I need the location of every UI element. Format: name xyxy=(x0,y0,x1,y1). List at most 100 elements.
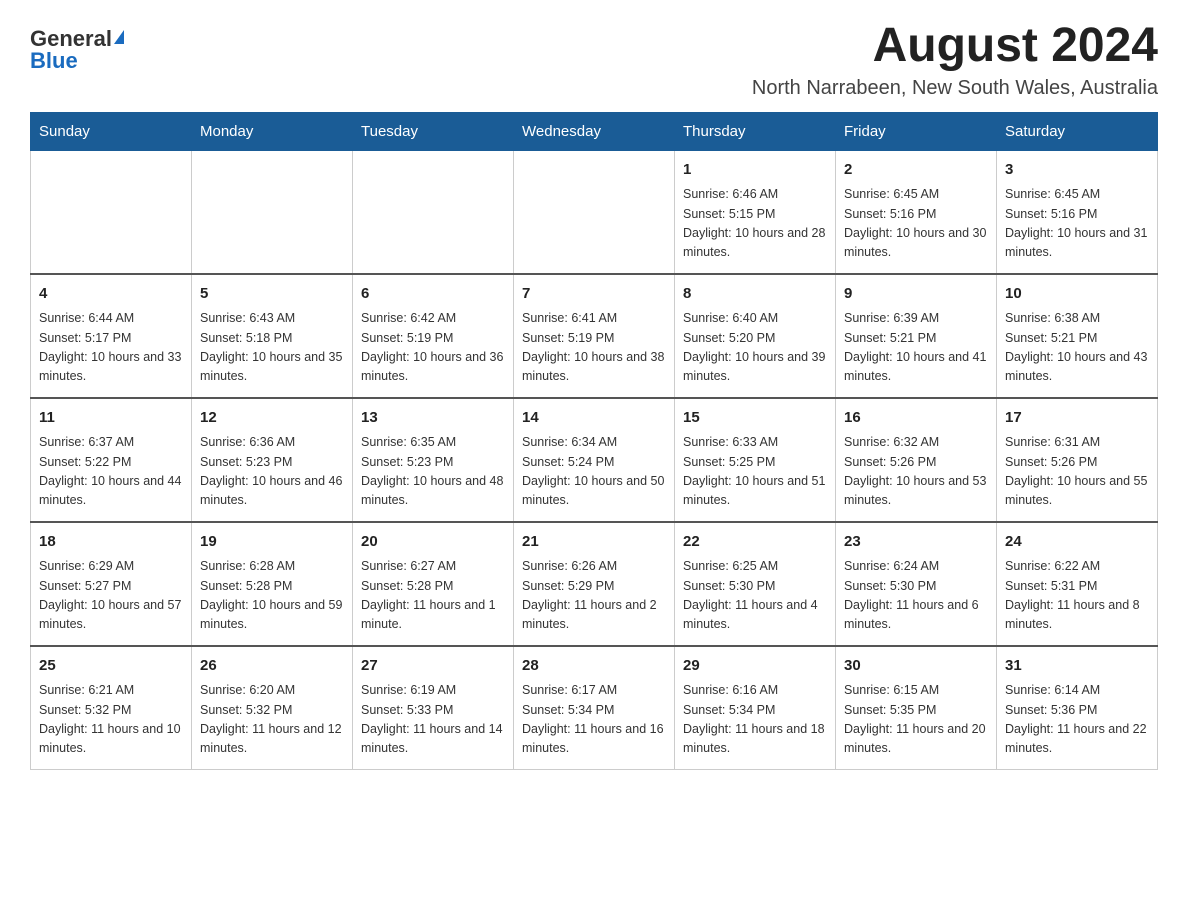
calendar-cell: 8 Sunrise: 6:40 AM Sunset: 5:20 PM Daylig… xyxy=(675,274,836,398)
day-number: 1 xyxy=(683,159,827,182)
calendar-cell: 5 Sunrise: 6:43 AM Sunset: 5:18 PM Daylig… xyxy=(192,274,353,398)
calendar-cell: 31 Sunrise: 6:14 AM Sunset: 5:36 PM Dayli… xyxy=(997,646,1158,770)
calendar-table: SundayMondayTuesdayWednesdayThursdayFrid… xyxy=(30,112,1158,770)
calendar-cell: 9Sunrise: 6:39 AM Sunset: 5:21 PM Daylig… xyxy=(836,274,997,398)
day-info: Sunrise: 6:45 AM Sunset: 5:16 PM Dayligh… xyxy=(1005,185,1149,263)
day-number: 21 xyxy=(522,531,666,554)
day-number: 16 xyxy=(844,407,988,430)
calendar-week-row: 11 Sunrise: 6:37 AM Sunset: 5:22 PM Dayli… xyxy=(31,398,1158,522)
calendar-cell xyxy=(353,150,514,274)
day-info: Sunrise: 6:36 AM Sunset: 5:23 PM Dayligh… xyxy=(200,433,344,511)
logo-general-text: General xyxy=(30,28,112,50)
calendar-cell: 26 Sunrise: 6:20 AM Sunset: 5:32 PM Dayli… xyxy=(192,646,353,770)
day-info: Sunrise: 6:34 AM Sunset: 5:24 PM Dayligh… xyxy=(522,433,666,511)
calendar-cell: 15Sunrise: 6:33 AM Sunset: 5:25 PM Dayli… xyxy=(675,398,836,522)
day-info: Sunrise: 6:29 AM Sunset: 5:27 PM Dayligh… xyxy=(39,557,183,635)
day-number: 19 xyxy=(200,531,344,554)
day-info: Sunrise: 6:14 AM Sunset: 5:36 PM Dayligh… xyxy=(1005,681,1149,759)
day-info: Sunrise: 6:32 AM Sunset: 5:26 PM Dayligh… xyxy=(844,433,988,511)
calendar-cell xyxy=(31,150,192,274)
day-number: 22 xyxy=(683,531,827,554)
calendar-cell: 12 Sunrise: 6:36 AM Sunset: 5:23 PM Dayli… xyxy=(192,398,353,522)
calendar-cell: 28 Sunrise: 6:17 AM Sunset: 5:34 PM Dayli… xyxy=(514,646,675,770)
day-number: 10 xyxy=(1005,283,1149,306)
day-info: Sunrise: 6:40 AM Sunset: 5:20 PM Dayligh… xyxy=(683,309,827,387)
day-info: Sunrise: 6:25 AM Sunset: 5:30 PM Dayligh… xyxy=(683,557,827,635)
page-header: General Blue August 2024 North Narrabeen… xyxy=(30,20,1158,100)
day-number: 29 xyxy=(683,655,827,678)
calendar-cell: 17 Sunrise: 6:31 AM Sunset: 5:26 PM Dayli… xyxy=(997,398,1158,522)
logo: General Blue xyxy=(30,20,124,72)
day-info: Sunrise: 6:24 AM Sunset: 5:30 PM Dayligh… xyxy=(844,557,988,635)
calendar-header-friday: Friday xyxy=(836,112,997,150)
day-info: Sunrise: 6:22 AM Sunset: 5:31 PM Dayligh… xyxy=(1005,557,1149,635)
day-info: Sunrise: 6:35 AM Sunset: 5:23 PM Dayligh… xyxy=(361,433,505,511)
day-number: 8 xyxy=(683,283,827,306)
day-info: Sunrise: 6:28 AM Sunset: 5:28 PM Dayligh… xyxy=(200,557,344,635)
day-info: Sunrise: 6:44 AM Sunset: 5:17 PM Dayligh… xyxy=(39,309,183,387)
calendar-cell: 11 Sunrise: 6:37 AM Sunset: 5:22 PM Dayli… xyxy=(31,398,192,522)
day-info: Sunrise: 6:16 AM Sunset: 5:34 PM Dayligh… xyxy=(683,681,827,759)
location-subtitle: North Narrabeen, New South Wales, Austra… xyxy=(752,77,1158,100)
calendar-header-monday: Monday xyxy=(192,112,353,150)
day-info: Sunrise: 6:38 AM Sunset: 5:21 PM Dayligh… xyxy=(1005,309,1149,387)
calendar-header-tuesday: Tuesday xyxy=(353,112,514,150)
day-number: 17 xyxy=(1005,407,1149,430)
day-number: 13 xyxy=(361,407,505,430)
calendar-week-row: 18 Sunrise: 6:29 AM Sunset: 5:27 PM Dayli… xyxy=(31,522,1158,646)
calendar-header-thursday: Thursday xyxy=(675,112,836,150)
day-info: Sunrise: 6:17 AM Sunset: 5:34 PM Dayligh… xyxy=(522,681,666,759)
month-title: August 2024 xyxy=(752,20,1158,73)
calendar-cell: 19 Sunrise: 6:28 AM Sunset: 5:28 PM Dayli… xyxy=(192,522,353,646)
calendar-week-row: 1Sunrise: 6:46 AM Sunset: 5:15 PM Daylig… xyxy=(31,150,1158,274)
calendar-cell: 2Sunrise: 6:45 AM Sunset: 5:16 PM Daylig… xyxy=(836,150,997,274)
day-number: 11 xyxy=(39,407,183,430)
day-number: 5 xyxy=(200,283,344,306)
day-number: 4 xyxy=(39,283,183,306)
calendar-cell: 3 Sunrise: 6:45 AM Sunset: 5:16 PM Daylig… xyxy=(997,150,1158,274)
calendar-header-row: SundayMondayTuesdayWednesdayThursdayFrid… xyxy=(31,112,1158,150)
calendar-cell: 16 Sunrise: 6:32 AM Sunset: 5:26 PM Dayli… xyxy=(836,398,997,522)
day-info: Sunrise: 6:19 AM Sunset: 5:33 PM Dayligh… xyxy=(361,681,505,759)
day-number: 20 xyxy=(361,531,505,554)
calendar-cell xyxy=(514,150,675,274)
logo-triangle-icon xyxy=(114,30,124,44)
calendar-cell: 23Sunrise: 6:24 AM Sunset: 5:30 PM Dayli… xyxy=(836,522,997,646)
day-info: Sunrise: 6:15 AM Sunset: 5:35 PM Dayligh… xyxy=(844,681,988,759)
day-info: Sunrise: 6:27 AM Sunset: 5:28 PM Dayligh… xyxy=(361,557,505,635)
day-number: 6 xyxy=(361,283,505,306)
logo-blue-text: Blue xyxy=(30,50,78,72)
day-info: Sunrise: 6:31 AM Sunset: 5:26 PM Dayligh… xyxy=(1005,433,1149,511)
day-number: 12 xyxy=(200,407,344,430)
day-info: Sunrise: 6:42 AM Sunset: 5:19 PM Dayligh… xyxy=(361,309,505,387)
calendar-cell: 27 Sunrise: 6:19 AM Sunset: 5:33 PM Dayli… xyxy=(353,646,514,770)
title-section: August 2024 North Narrabeen, New South W… xyxy=(752,20,1158,100)
day-number: 18 xyxy=(39,531,183,554)
calendar-header-sunday: Sunday xyxy=(31,112,192,150)
day-number: 31 xyxy=(1005,655,1149,678)
calendar-cell: 20 Sunrise: 6:27 AM Sunset: 5:28 PM Dayli… xyxy=(353,522,514,646)
calendar-cell: 29 Sunrise: 6:16 AM Sunset: 5:34 PM Dayli… xyxy=(675,646,836,770)
day-number: 2 xyxy=(844,159,988,182)
day-info: Sunrise: 6:43 AM Sunset: 5:18 PM Dayligh… xyxy=(200,309,344,387)
day-number: 14 xyxy=(522,407,666,430)
day-number: 3 xyxy=(1005,159,1149,182)
calendar-cell: 14 Sunrise: 6:34 AM Sunset: 5:24 PM Dayli… xyxy=(514,398,675,522)
day-info: Sunrise: 6:26 AM Sunset: 5:29 PM Dayligh… xyxy=(522,557,666,635)
day-info: Sunrise: 6:41 AM Sunset: 5:19 PM Dayligh… xyxy=(522,309,666,387)
day-number: 25 xyxy=(39,655,183,678)
calendar-cell: 13 Sunrise: 6:35 AM Sunset: 5:23 PM Dayli… xyxy=(353,398,514,522)
calendar-header-wednesday: Wednesday xyxy=(514,112,675,150)
day-info: Sunrise: 6:21 AM Sunset: 5:32 PM Dayligh… xyxy=(39,681,183,759)
calendar-week-row: 4 Sunrise: 6:44 AM Sunset: 5:17 PM Daylig… xyxy=(31,274,1158,398)
day-number: 26 xyxy=(200,655,344,678)
day-info: Sunrise: 6:37 AM Sunset: 5:22 PM Dayligh… xyxy=(39,433,183,511)
calendar-week-row: 25 Sunrise: 6:21 AM Sunset: 5:32 PM Dayli… xyxy=(31,646,1158,770)
calendar-cell: 30Sunrise: 6:15 AM Sunset: 5:35 PM Dayli… xyxy=(836,646,997,770)
calendar-cell: 4 Sunrise: 6:44 AM Sunset: 5:17 PM Daylig… xyxy=(31,274,192,398)
calendar-cell: 22 Sunrise: 6:25 AM Sunset: 5:30 PM Dayli… xyxy=(675,522,836,646)
day-info: Sunrise: 6:20 AM Sunset: 5:32 PM Dayligh… xyxy=(200,681,344,759)
day-number: 28 xyxy=(522,655,666,678)
day-number: 27 xyxy=(361,655,505,678)
day-info: Sunrise: 6:33 AM Sunset: 5:25 PM Dayligh… xyxy=(683,433,827,511)
